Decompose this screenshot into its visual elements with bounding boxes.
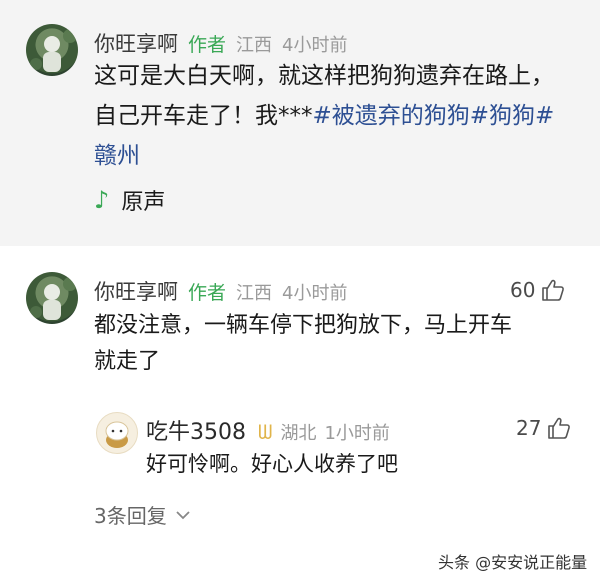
reply-like-button[interactable]: 27 — [516, 416, 571, 440]
hashtag-links[interactable]: #被遗弃的狗狗#狗狗# — [313, 103, 555, 129]
reply-author-avatar[interactable] — [96, 412, 138, 454]
music-note-icon: ♪ — [94, 186, 110, 214]
more-replies-label: 3条回复 — [94, 504, 167, 528]
comment-location: 江西 — [236, 283, 273, 304]
more-replies-button[interactable]: 3条回复 — [94, 500, 191, 529]
reply-text: 好可怜啊。好心人收养了吧 — [146, 452, 398, 476]
post-location: 江西 — [236, 35, 273, 56]
comment-like-button[interactable]: 60 — [510, 278, 565, 302]
reply-time: 1小时前 — [324, 423, 390, 444]
chevron-down-icon — [176, 510, 190, 519]
thumbs-up-icon — [548, 417, 571, 439]
comment-text-line-1: 都没注意，一辆车停下把狗放下，马上开车 — [94, 313, 513, 338]
post-header: 你旺享啊 作者 江西 4小时前 — [94, 28, 347, 58]
avatar-image — [30, 29, 77, 72]
audio-link[interactable]: ♪ 原声 — [94, 184, 165, 216]
comment-like-count: 60 — [510, 278, 536, 302]
comment-header: 你旺享啊 作者 江西 4小时前 — [94, 276, 347, 306]
comment-author-name[interactable]: 你旺享啊 — [94, 276, 178, 306]
post-text-plain: 自己开车走了！我*** — [94, 103, 313, 129]
comment-author-avatar[interactable] — [26, 272, 78, 324]
watermark: 头条 @安安说正能量 — [438, 553, 588, 572]
hashtag-link-ganzhou[interactable]: 赣州 — [94, 136, 594, 176]
post-text-line-2: 自己开车走了！我***#被遗弃的狗狗#狗狗# — [94, 96, 594, 136]
comment-text: 都没注意，一辆车停下把狗放下，马上开车 就走了 — [94, 308, 574, 380]
author-tag: 作者 — [188, 34, 227, 56]
post-text: 这可是大白天啊，就这样把狗狗遗弃在路上， 自己开车走了！我***#被遗弃的狗狗#… — [94, 56, 594, 176]
comment-text-line-2: 就走了 — [94, 349, 161, 374]
reply-like-count: 27 — [516, 416, 542, 440]
reply-author-name[interactable]: 吃牛3508 — [146, 414, 246, 446]
post-text-line-1: 这可是大白天啊，就这样把狗狗遗弃在路上， — [94, 63, 554, 89]
audio-label: 原声 — [121, 190, 166, 215]
post-time: 4小时前 — [282, 35, 348, 56]
post-author-name[interactable]: 你旺享啊 — [94, 28, 178, 58]
comment-time: 4小时前 — [282, 283, 348, 304]
badge-icon: ᗯ — [258, 420, 273, 444]
thumbs-up-icon — [542, 279, 565, 301]
post-author-avatar[interactable] — [26, 24, 78, 76]
reply-location: 湖北 — [280, 423, 317, 444]
reply-header: 吃牛3508 ᗯ 湖北 1小时前 — [146, 414, 390, 446]
avatar-image — [105, 421, 129, 448]
avatar-image — [30, 277, 77, 320]
author-tag: 作者 — [188, 282, 227, 304]
